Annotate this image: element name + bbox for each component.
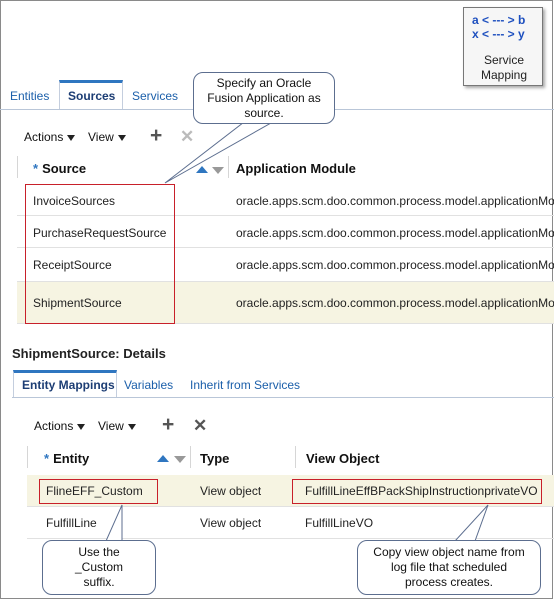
callout-custom-suffix: Use the _Custom suffix. xyxy=(42,540,156,595)
callout-text-line: source. xyxy=(244,106,284,120)
callout-text-line: process creates. xyxy=(404,575,494,589)
callout-copy-view-object: Copy view object name from log file that… xyxy=(357,540,541,595)
callout-pointer-view-object xyxy=(453,504,489,542)
callout-text-line: Copy view object name from xyxy=(373,545,525,559)
callout-text-line: log file that scheduled xyxy=(390,560,508,574)
callout-pointer-source xyxy=(164,118,280,184)
callout-text-line: _Custom xyxy=(74,560,124,574)
callout-text-line: Specify an Oracle xyxy=(216,76,312,90)
callout-specify-source: Specify an Oracle Fusion Application as … xyxy=(193,72,335,124)
callout-text-line: suffix. xyxy=(83,575,115,589)
callout-text-line: Use the xyxy=(78,545,120,559)
callout-pointer-custom xyxy=(105,504,123,542)
callout-text-line: Fusion Application as xyxy=(207,91,321,105)
